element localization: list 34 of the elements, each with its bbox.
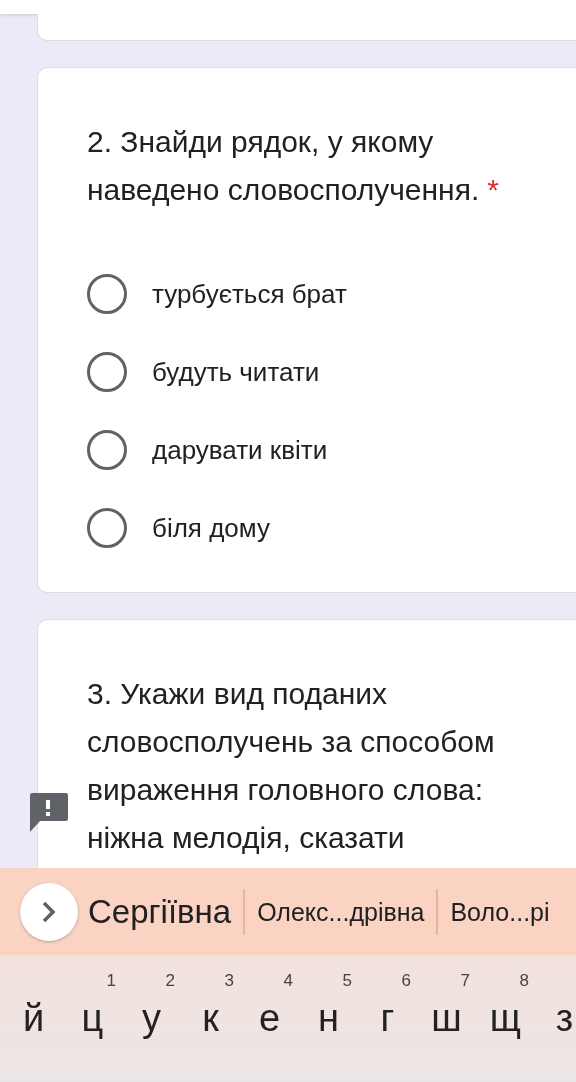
question-title: 2. Знайди рядок, у якому наведено словосполучення. *: [87, 124, 500, 208]
keyboard-key[interactable]: к: [202, 997, 219, 1039]
key-hint: 8: [519, 971, 529, 991]
key-hint: 4: [283, 971, 293, 991]
keyboard-key[interactable]: ш: [431, 997, 462, 1039]
key-hint: 2: [165, 971, 175, 991]
keyboard-key[interactable]: н: [318, 997, 339, 1039]
chevron-icon: [41, 899, 57, 924]
option-label[interactable]: турбується брат: [152, 278, 347, 310]
option-label[interactable]: дарувати квіти: [152, 434, 328, 466]
keyboard-key[interactable]: щ: [489, 997, 522, 1039]
question-title: 3. Укажи вид поданих словосполучень за способом вираження головного слова: ніжна мелодія, сказати: [87, 676, 496, 856]
suggestion-word[interactable]: Воло...рі: [436, 888, 562, 935]
suggestion-word[interactable]: Олекс...дрівна: [243, 888, 437, 935]
key-hint: 5: [342, 971, 352, 991]
feedback-icon[interactable]: [28, 793, 68, 833]
radio-button[interactable]: [87, 274, 127, 314]
keyboard-key[interactable]: у: [142, 997, 161, 1039]
radio-button[interactable]: [87, 352, 127, 392]
keyboard-key[interactable]: е: [258, 997, 281, 1039]
suggestion-word[interactable]: Сергіївна: [88, 888, 244, 935]
keyboard-key[interactable]: й: [22, 997, 45, 1039]
radio-button[interactable]: [87, 430, 127, 470]
expand-button[interactable]: [20, 882, 78, 941]
key-hint: 6: [401, 971, 411, 991]
option-label[interactable]: будуть читати: [152, 356, 320, 388]
keyboard-key[interactable]: г: [380, 997, 395, 1039]
radio-button[interactable]: [87, 508, 127, 548]
key-hint: 1: [106, 971, 116, 991]
key-hint: 3: [224, 971, 234, 991]
keyboard-key[interactable]: ц: [81, 997, 104, 1039]
keyboard-key[interactable]: з: [555, 997, 574, 1039]
option-label[interactable]: біля дому: [152, 512, 270, 544]
key-hint: 7: [460, 971, 470, 991]
